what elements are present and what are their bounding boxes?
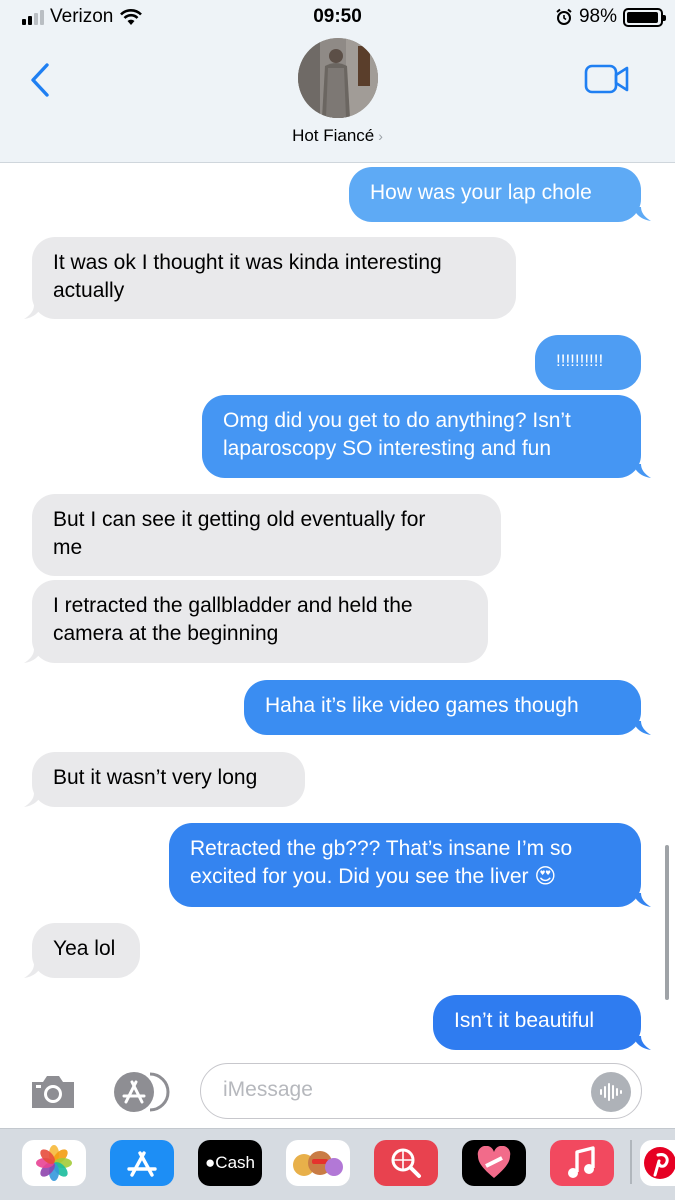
pinterest-app-icon[interactable] (640, 1140, 675, 1186)
sent-message-bubble[interactable]: Haha it’s like video games though (244, 680, 641, 735)
app-drawer-divider (630, 1140, 632, 1184)
sent-message-bubble[interactable]: !!!!!!!!!! (535, 335, 641, 390)
heart-sticker-app-icon[interactable] (462, 1140, 526, 1186)
message-thread[interactable]: How was your lap chole It was ok I thoug… (0, 164, 675, 1050)
memoji-icon (293, 1151, 343, 1176)
music-app-icon[interactable] (550, 1140, 614, 1186)
camera-icon (32, 1076, 74, 1108)
battery-icon (623, 7, 666, 27)
bubble-tail (24, 649, 42, 663)
sent-message-bubble[interactable]: How was your lap chole (349, 167, 641, 222)
bubble-tail (633, 207, 651, 221)
app-store-app-icon[interactable] (110, 1140, 174, 1186)
audio-waveform-icon (600, 1083, 622, 1101)
received-message-bubble[interactable]: It was ok I thought it was kinda interes… (32, 237, 516, 319)
avatar-photo (298, 38, 378, 118)
received-message-bubble[interactable]: But it wasn’t very long (32, 752, 305, 807)
bubble-tail (24, 305, 42, 319)
pinterest-icon (644, 1147, 675, 1179)
photos-icon (36, 1145, 72, 1181)
cash-app-label: Cash (215, 1153, 255, 1172)
memoji-app-icon[interactable] (286, 1140, 350, 1186)
magnifier-globe-icon (391, 1148, 421, 1178)
chevron-right-icon: › (378, 128, 383, 144)
heart-icon (477, 1146, 511, 1178)
message-input[interactable]: iMessage (200, 1063, 642, 1119)
bubble-tail (24, 964, 42, 978)
bubble-tail (633, 464, 651, 478)
bubble-tail (633, 721, 651, 735)
conversation-header: Verizon 09:50 98% Hot Fiancé › (0, 0, 675, 163)
camera-button[interactable] (28, 1072, 78, 1112)
contact-name-button[interactable]: Hot Fiancé › (0, 126, 675, 146)
bubble-tail (633, 893, 651, 907)
chevron-left-icon (31, 63, 49, 97)
status-bar: Verizon 09:50 98% (0, 6, 675, 30)
sent-message-bubble[interactable]: Omg did you get to do anything? Isn’t la… (202, 395, 641, 478)
back-button[interactable] (22, 58, 58, 102)
app-store-glyph (127, 1151, 157, 1177)
alarm-icon (556, 8, 572, 25)
contact-avatar[interactable] (298, 38, 378, 118)
scrollbar[interactable] (665, 845, 669, 1000)
received-message-bubble[interactable]: But I can see it getting old eventually … (32, 494, 501, 576)
music-note-icon (568, 1146, 595, 1178)
received-message-bubble[interactable]: Yea lol (32, 923, 140, 978)
search-images-app-icon[interactable] (374, 1140, 438, 1186)
video-camera-icon (584, 64, 629, 94)
cash-app-icon[interactable]: ● Cash (198, 1140, 262, 1186)
battery-percent: 98% (578, 6, 617, 27)
photos-app-icon[interactable] (22, 1140, 86, 1186)
bubble-tail (633, 1036, 651, 1050)
apple-logo-icon: ● (205, 1153, 216, 1172)
app-store-icon (114, 1072, 170, 1112)
audio-message-button[interactable] (591, 1072, 631, 1112)
facetime-video-button[interactable] (584, 62, 630, 96)
contact-name: Hot Fiancé (292, 126, 375, 145)
bubble-tail (24, 793, 42, 807)
message-input-placeholder: iMessage (223, 1078, 313, 1101)
app-store-button[interactable] (112, 1070, 174, 1114)
received-message-bubble[interactable]: I retracted the gallbladder and held the… (32, 580, 488, 663)
sent-message-bubble[interactable]: Retracted the gb??? That’s insane I’m so… (169, 823, 641, 907)
sent-message-bubble[interactable]: Isn’t it beautiful (433, 995, 641, 1050)
